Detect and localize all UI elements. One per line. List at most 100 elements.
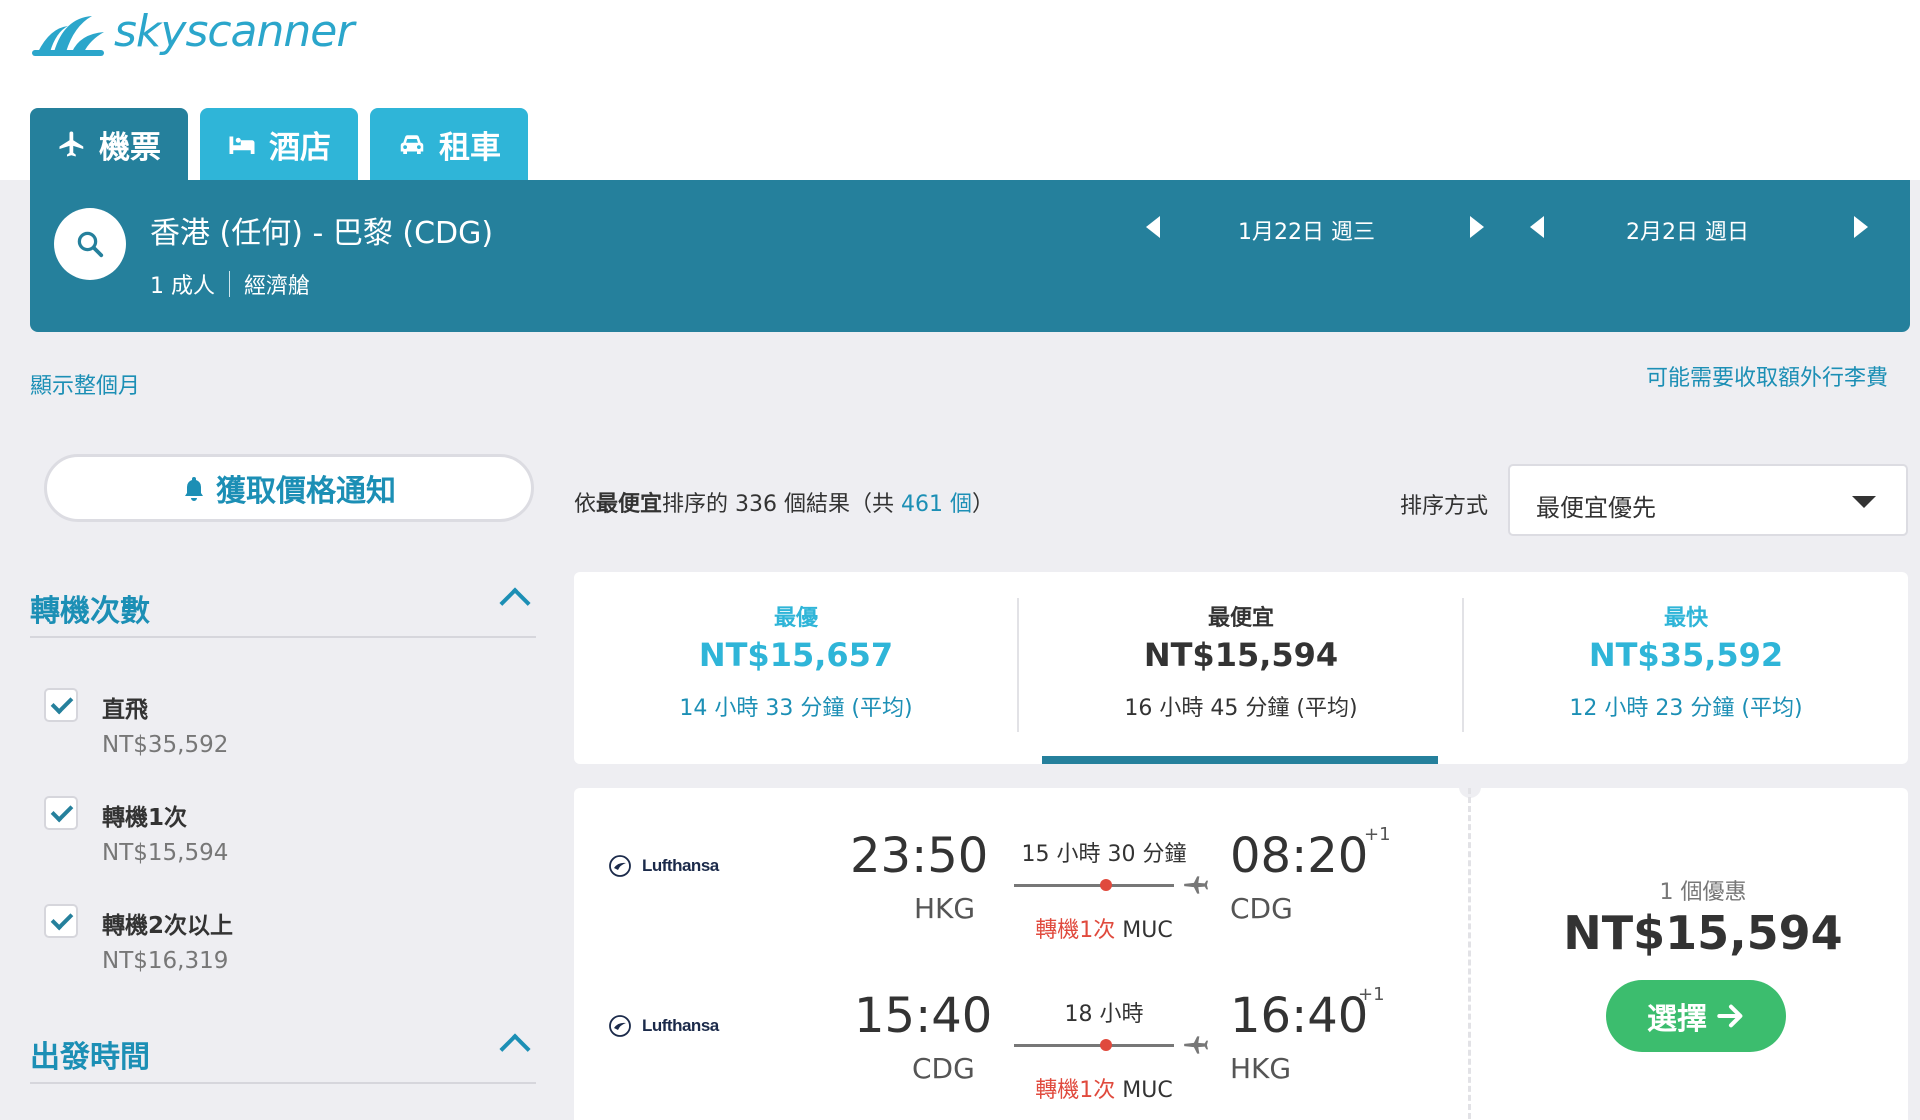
tab-cheapest-duration: 16 小時 45 分鐘 (平均) xyxy=(1124,696,1358,721)
arrow-right-icon xyxy=(1717,1004,1743,1028)
results-prefix: 依 xyxy=(574,492,597,517)
route-line xyxy=(1014,884,1174,887)
results-suffix: ） xyxy=(972,492,995,517)
sort-summary-tabs: 最優 NT$15,657 14 小時 33 分鐘 (平均) 最便宜 NT$15,… xyxy=(574,572,1908,764)
tab-hotels-label: 酒店 xyxy=(269,129,331,166)
edit-search-button[interactable] xyxy=(54,208,126,280)
return-next-day-button[interactable] xyxy=(1854,216,1868,238)
tab-hotels[interactable]: 酒店 xyxy=(200,108,358,180)
two-plus-stops-checkbox[interactable] xyxy=(44,904,78,938)
lufthansa-crane-icon xyxy=(609,1015,631,1037)
sort-label: 排序方式 xyxy=(1400,494,1489,519)
route-text: 香港 (任何) - 巴黎 (CDG) xyxy=(150,216,494,251)
price-alert-button[interactable]: 獲取價格通知 xyxy=(44,454,534,522)
stop-airport: MUC xyxy=(1122,918,1173,943)
filter-option-price: NT$15,594 xyxy=(102,840,229,866)
arrive-airport: HKG xyxy=(1230,1052,1292,1085)
depart-time: 23:50 xyxy=(850,828,989,884)
return-prev-day-button[interactable] xyxy=(1530,216,1544,238)
sort-selected-value: 最便宜優先 xyxy=(1536,494,1656,522)
show-whole-month-link[interactable]: 顯示整個月 xyxy=(30,368,140,400)
passenger-count: 1 成人 xyxy=(150,274,215,299)
passenger-info: 1 成人 經濟艙 xyxy=(150,268,310,300)
airline-name: Lufthansa xyxy=(642,1016,719,1035)
filter-option-price: NT$35,592 xyxy=(102,732,229,758)
offer-price: NT$15,594 xyxy=(1563,906,1843,960)
arrive-time: 16:40 xyxy=(1230,988,1369,1044)
filter-option-price: NT$16,319 xyxy=(102,948,229,974)
depart-next-day-button[interactable] xyxy=(1470,216,1484,238)
tab-cheapest[interactable]: 最便宜 NT$15,594 16 小時 45 分鐘 (平均) xyxy=(1019,572,1463,764)
bell-icon xyxy=(185,477,203,501)
day-offset: +1 xyxy=(1364,824,1391,845)
return-date[interactable]: 2月2日 週日 xyxy=(1626,214,1749,246)
ticket-divider xyxy=(1468,788,1471,1120)
arrive-time: 08:20 xyxy=(1230,828,1369,884)
airline-outbound: Lufthansa xyxy=(608,854,719,878)
selected-tab-indicator xyxy=(1042,756,1438,764)
bed-icon xyxy=(229,136,255,154)
caret-down-icon xyxy=(1852,496,1876,508)
search-icon xyxy=(77,231,104,258)
header: skyscanner 機票 酒店 租車 xyxy=(0,0,1920,180)
results-sort-name: 最便宜 xyxy=(596,492,663,517)
cabin-class: 經濟艙 xyxy=(244,274,311,299)
plane-icon xyxy=(1184,1036,1208,1054)
filter-option-label: 直飛 xyxy=(102,697,148,723)
car-icon xyxy=(400,135,424,154)
flight-duration: 18 小時 xyxy=(1064,1002,1144,1027)
tab-car-hire[interactable]: 租車 xyxy=(370,108,528,180)
skyscanner-logo-icon xyxy=(32,16,104,56)
airline-name: Lufthansa xyxy=(642,856,719,875)
sort-dropdown[interactable]: 最便宜優先 xyxy=(1508,464,1908,536)
depart-time: 15:40 xyxy=(854,988,993,1044)
tab-fastest-price: NT$35,592 xyxy=(1588,636,1784,674)
tab-fastest-title: 最快 xyxy=(1663,606,1708,631)
depart-airport: CDG xyxy=(912,1052,975,1085)
plane-icon xyxy=(59,131,84,157)
depart-airport: HKG xyxy=(914,892,976,925)
flight-duration: 15 小時 30 分鐘 xyxy=(1021,842,1187,867)
stops-filter-title: 轉機次數 xyxy=(30,594,150,629)
departure-time-filter-title: 出發時間 xyxy=(30,1040,150,1075)
results-summary: 依最便宜排序的 336 個結果（共 461 個） xyxy=(574,486,994,518)
tab-fastest[interactable]: 最快 NT$35,592 12 小時 23 分鐘 (平均) xyxy=(1464,572,1908,764)
select-button-label: 選擇 xyxy=(1647,1002,1707,1037)
product-tabs: 機票 酒店 租車 xyxy=(30,108,528,180)
tab-flights[interactable]: 機票 xyxy=(30,108,188,180)
depart-prev-day-button[interactable] xyxy=(1146,216,1160,238)
tab-flights-label: 機票 xyxy=(99,129,161,166)
tab-best-title: 最優 xyxy=(773,606,818,631)
offer-count: 1 個優惠 xyxy=(1659,880,1747,905)
stops-info: 轉機1次 MUC xyxy=(1004,1072,1204,1104)
airline-return: Lufthansa xyxy=(608,1014,719,1038)
price-alert-label: 獲取價格通知 xyxy=(216,474,396,509)
stops-info: 轉機1次 MUC xyxy=(1004,912,1204,944)
chevron-up-icon[interactable] xyxy=(499,587,531,619)
one-stop-checkbox[interactable] xyxy=(44,796,78,830)
lufthansa-crane-icon xyxy=(609,855,631,877)
divider xyxy=(229,271,230,297)
chevron-up-icon[interactable] xyxy=(499,1033,531,1065)
stop-dot xyxy=(1100,879,1112,891)
direct-checkbox[interactable] xyxy=(44,688,78,722)
depart-date[interactable]: 1月22日 週三 xyxy=(1238,214,1375,246)
day-offset: +1 xyxy=(1358,984,1385,1005)
tab-best[interactable]: 最優 NT$15,657 14 小時 33 分鐘 (平均) xyxy=(574,572,1018,764)
select-button[interactable]: 選擇 xyxy=(1606,980,1786,1052)
tab-best-duration: 14 小時 33 分鐘 (平均) xyxy=(679,696,913,721)
stops-count: 轉機1次 xyxy=(1035,918,1116,943)
departure-time-filter-header[interactable]: 出發時間 xyxy=(30,1026,536,1084)
skyscanner-logo[interactable]: skyscanner xyxy=(28,0,354,62)
tab-car-hire-label: 租車 xyxy=(439,129,501,166)
tab-cheapest-price: NT$15,594 xyxy=(1143,636,1339,674)
stops-count: 轉機1次 xyxy=(1035,1078,1116,1103)
baggage-fees-link[interactable]: 可能需要收取額外行李費 xyxy=(1646,360,1888,392)
search-summary-bar[interactable]: 香港 (任何) - 巴黎 (CDG) 1 成人 經濟艙 1月22日 週三 2月2… xyxy=(30,180,1910,332)
arrive-airport: CDG xyxy=(1230,892,1293,925)
results-total-link[interactable]: 461 個 xyxy=(901,492,972,517)
stops-filter-header[interactable]: 轉機次數 xyxy=(30,580,536,638)
filter-option-label: 轉機2次以上 xyxy=(102,913,234,939)
route-line xyxy=(1014,1044,1174,1047)
tab-best-price: NT$15,657 xyxy=(698,636,894,674)
